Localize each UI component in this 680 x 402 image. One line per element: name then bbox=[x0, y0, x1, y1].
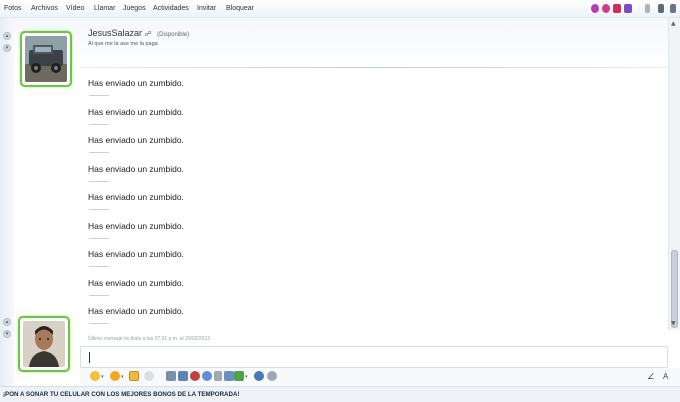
format-toolbar: ▾ ▾ ▾ ∠ A bbox=[80, 368, 680, 386]
menu-fotos[interactable]: Fotos bbox=[4, 5, 22, 12]
message-text: Has enviado un zumbido. bbox=[88, 220, 184, 231]
text-caret bbox=[89, 352, 90, 363]
contact-photo bbox=[25, 36, 67, 82]
photo-icon[interactable] bbox=[178, 371, 188, 381]
chevron-down-icon[interactable]: ▾ bbox=[101, 374, 104, 380]
scrollbar-thumb[interactable] bbox=[671, 250, 678, 328]
message: Has enviado un zumbido. bbox=[88, 192, 648, 221]
message: Has enviado un zumbido. bbox=[88, 249, 648, 278]
message-text: Has enviado un zumbido. bbox=[88, 163, 184, 174]
menu-invitar[interactable]: Invitar bbox=[197, 5, 216, 12]
font-button[interactable]: A bbox=[663, 372, 668, 381]
music-icon[interactable] bbox=[190, 371, 200, 381]
message-separator bbox=[89, 237, 109, 239]
menu-bloquear[interactable]: Bloquear bbox=[226, 5, 254, 12]
truck-image-icon bbox=[25, 36, 67, 82]
collapse-icon[interactable]: ▾ bbox=[3, 44, 11, 52]
message-text: Has enviado un zumbido. bbox=[88, 135, 184, 145]
message-text: Has enviado un zumbido. bbox=[88, 306, 184, 316]
message-separator bbox=[89, 123, 109, 125]
expand-icon[interactable]: ▴ bbox=[3, 32, 11, 40]
status-icon: ☍ bbox=[144, 31, 152, 38]
message-separator bbox=[89, 294, 109, 296]
expand-icon[interactable]: ▴ bbox=[3, 318, 11, 326]
share-icon[interactable] bbox=[214, 371, 222, 381]
video-icon[interactable] bbox=[224, 371, 234, 381]
chevron-down-icon[interactable]: ▾ bbox=[121, 374, 124, 380]
message-separator bbox=[89, 209, 109, 210]
background-icon[interactable] bbox=[166, 371, 176, 381]
message: Has enviado un zumbido. bbox=[88, 221, 648, 250]
message: Has enviado un zumbido. bbox=[88, 164, 648, 193]
own-photo bbox=[23, 321, 65, 367]
menu-actividades[interactable]: Actividades bbox=[153, 5, 189, 12]
contact-name-line[interactable]: JesusSalazar ☍ (Disponible) bbox=[88, 28, 189, 38]
wink-icon[interactable] bbox=[602, 4, 610, 13]
gift-icon[interactable] bbox=[624, 4, 632, 13]
menu-llamar[interactable]: Llamar bbox=[94, 5, 115, 12]
personal-message: Al que me la ase me la paga bbox=[88, 41, 158, 47]
advertisement-text[interactable]: ¡PON A SONAR TU CELULAR CON LOS MEJORES … bbox=[3, 391, 240, 398]
chevron-down-icon[interactable]: ▾ bbox=[245, 374, 248, 380]
contact-name: JesusSalazar bbox=[88, 28, 143, 38]
contact-avatar[interactable] bbox=[20, 31, 72, 87]
message: Has enviado un zumbido. bbox=[88, 135, 648, 164]
header-divider bbox=[80, 67, 668, 68]
collapse-icon[interactable]: ▾ bbox=[3, 330, 11, 338]
message-separator bbox=[89, 152, 109, 153]
message: Has enviado un zumbido. bbox=[88, 306, 648, 335]
message: Has enviado un zumbido. bbox=[88, 107, 648, 136]
lock-icon[interactable] bbox=[658, 4, 664, 13]
star-icon[interactable] bbox=[591, 4, 599, 13]
settings-icon[interactable] bbox=[670, 4, 676, 13]
wink-emoticon-icon[interactable] bbox=[110, 371, 120, 381]
message-text: Has enviado un zumbido. bbox=[88, 192, 184, 202]
emoticon-icon[interactable] bbox=[90, 371, 100, 381]
menu-bar: Fotos Archivos Vídeo Llamar Juegos Activ… bbox=[0, 0, 680, 18]
message-text: Has enviado un zumbido. bbox=[88, 106, 184, 117]
message-separator bbox=[89, 266, 109, 267]
voice-clip-icon[interactable] bbox=[144, 371, 154, 381]
game-icon[interactable] bbox=[613, 4, 621, 13]
search-icon[interactable] bbox=[202, 371, 212, 381]
message-text: Has enviado un zumbido. bbox=[88, 277, 184, 288]
own-avatar[interactable] bbox=[18, 316, 70, 372]
web-search-icon[interactable] bbox=[254, 371, 264, 381]
nudge-icon[interactable] bbox=[129, 371, 139, 381]
message-input-box[interactable] bbox=[80, 346, 668, 369]
message: Has enviado un zumbido. bbox=[88, 78, 648, 107]
scroll-up-icon[interactable]: ▲ bbox=[671, 20, 676, 27]
message-separator bbox=[89, 323, 109, 324]
message-separator bbox=[89, 95, 109, 96]
menu-video[interactable]: Vídeo bbox=[66, 5, 84, 12]
game-icon[interactable] bbox=[234, 371, 244, 381]
menu-archivos[interactable]: Archivos bbox=[31, 5, 58, 12]
handwriting-icon[interactable]: ∠ bbox=[647, 372, 654, 381]
advertisement-bar[interactable]: ¡PON A SONAR TU CELULAR CON LOS MEJORES … bbox=[0, 386, 680, 402]
more-icon[interactable] bbox=[267, 371, 277, 381]
scroll-down-icon[interactable]: ▼ bbox=[671, 320, 676, 327]
message: Has enviado un zumbido. bbox=[88, 278, 648, 307]
conversation-scrollbar[interactable]: ▲ ▼ bbox=[668, 18, 680, 330]
last-received-info: Último mensaje recibido a las 07:31 p.m.… bbox=[88, 336, 212, 342]
message-separator bbox=[89, 180, 109, 182]
menu-juegos[interactable]: Juegos bbox=[123, 5, 146, 12]
contact-status: (Disponible) bbox=[157, 32, 190, 38]
phone-icon[interactable] bbox=[645, 4, 650, 13]
message-text: Has enviado un zumbido. bbox=[88, 78, 184, 88]
message-text: Has enviado un zumbido. bbox=[88, 249, 184, 259]
person-image-icon bbox=[23, 321, 65, 367]
message-input[interactable] bbox=[81, 349, 667, 369]
conversation-history: Has enviado un zumbido. Has enviado un z… bbox=[88, 78, 648, 335]
left-gutter: ▴ ▾ ▴ ▾ bbox=[0, 18, 14, 388]
